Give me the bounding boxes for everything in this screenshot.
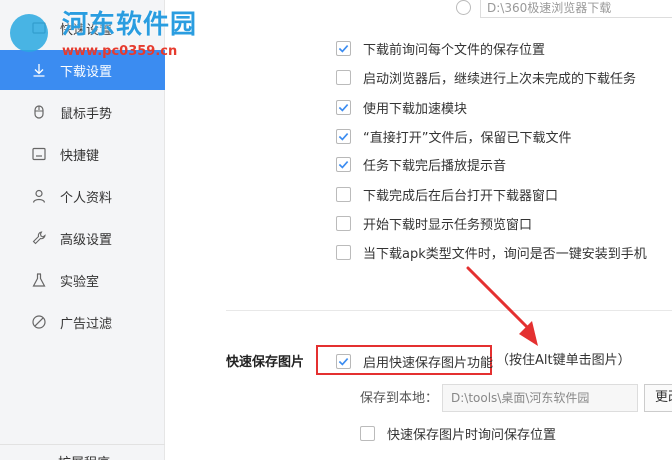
option-download-acceleration[interactable]: 使用下载加速模块 — [336, 96, 467, 118]
sidebar-item-lab[interactable]: 实验室 — [0, 260, 165, 300]
mouse-icon — [30, 103, 48, 121]
option-label: 启用快速保存图片功能 — [363, 355, 494, 371]
download-icon — [30, 61, 48, 79]
sidebar-item-shortcuts[interactable]: 快捷键 — [0, 134, 165, 174]
checkbox-unchecked[interactable] — [336, 215, 351, 231]
quick-save-hint: （按住Alt键单击图片） — [496, 353, 631, 368]
option-ask-save-location[interactable]: 下载前询问每个文件的保存位置 — [336, 37, 545, 59]
save-to-label: 保存到本地： — [360, 391, 439, 406]
sidebar-item-label: 下载设置 — [60, 64, 113, 80]
option-label: 任务下载完后播放提示音 — [363, 158, 507, 174]
sidebar-item-extensions[interactable]: 扩展程序 — [58, 452, 110, 460]
sidebar-divider — [0, 444, 165, 445]
sidebar-item-ad-filter[interactable]: 广告过滤 — [0, 302, 165, 342]
sidebar-item-label: 鼠标手势 — [60, 106, 113, 122]
option-label: “直接打开”文件后，保留已下载文件 — [363, 130, 572, 146]
checkbox-checked[interactable] — [336, 99, 351, 115]
checkbox-checked[interactable] — [336, 40, 351, 56]
option-label: 下载完成后在后台打开下载器窗口 — [363, 188, 559, 204]
custom-path-radio[interactable] — [456, 0, 471, 15]
checkbox-unchecked[interactable] — [336, 69, 351, 85]
checkbox-checked[interactable] — [336, 353, 351, 369]
option-apk-install-prompt[interactable]: 当下载apk类型文件时，询问是否一键安装到手机 — [336, 241, 647, 263]
option-label: 开始下载时显示任务预览窗口 — [363, 217, 533, 233]
download-path-field[interactable]: D:\360极速浏览器下载 — [480, 0, 672, 18]
settings-sidebar: 快速设置 下载设置 鼠标手势 快捷键 个人资料 高级设置 实验室 广告过滤 — [0, 0, 165, 460]
sidebar-item-label: 实验室 — [60, 274, 100, 290]
keyboard-icon — [30, 145, 48, 163]
option-keep-opened-files[interactable]: “直接打开”文件后，保留已下载文件 — [336, 125, 571, 147]
option-play-sound[interactable]: 任务下载完后播放提示音 — [336, 153, 506, 175]
option-label: 使用下载加速模块 — [363, 101, 468, 117]
quick-save-section-title: 快速保存图片 — [226, 355, 305, 370]
sidebar-item-label: 快速设置 — [60, 22, 113, 38]
option-enable-quick-save[interactable]: 启用快速保存图片功能 — [336, 350, 493, 372]
save-path-field[interactable]: D:\tools\桌面\河东软件园 — [442, 384, 638, 412]
option-label: 下载前询问每个文件的保存位置 — [363, 42, 546, 58]
option-open-downloader-background[interactable]: 下载完成后在后台打开下载器窗口 — [336, 183, 558, 205]
sidebar-item-label: 高级设置 — [60, 232, 113, 248]
checkbox-checked[interactable] — [336, 128, 351, 144]
sidebar-item-profile[interactable]: 个人资料 — [0, 176, 165, 216]
quick-settings-icon — [30, 19, 48, 37]
download-settings-panel: D:\360极速浏览器下载 下载前询问每个文件的保存位置 启动浏览器后，继续进行… — [166, 0, 672, 460]
option-label: 快速保存图片时询问保存位置 — [387, 427, 557, 443]
wrench-icon — [30, 229, 48, 247]
sidebar-item-quick-settings[interactable]: 快速设置 — [0, 8, 165, 48]
sidebar-item-download-settings[interactable]: 下载设置 — [0, 50, 165, 90]
block-icon — [30, 313, 48, 331]
option-ask-quick-save-location[interactable]: 快速保存图片时询问保存位置 — [360, 422, 556, 444]
checkbox-checked[interactable] — [336, 156, 351, 172]
sidebar-item-label: 广告过滤 — [60, 316, 113, 332]
section-divider — [226, 310, 672, 311]
option-label: 当下载apk类型文件时，询问是否一键安装到手机 — [363, 246, 647, 262]
option-label: 启动浏览器后，继续进行上次未完成的下载任务 — [363, 71, 637, 87]
flask-icon — [30, 271, 48, 289]
checkbox-unchecked[interactable] — [360, 425, 375, 441]
checkbox-unchecked[interactable] — [336, 186, 351, 202]
user-icon — [30, 187, 48, 205]
option-resume-downloads[interactable]: 启动浏览器后，继续进行上次未完成的下载任务 — [336, 66, 636, 88]
sidebar-item-label: 快捷键 — [60, 148, 100, 164]
option-show-preview-window[interactable]: 开始下载时显示任务预览窗口 — [336, 212, 532, 234]
change-path-button[interactable]: 更改 — [644, 384, 672, 412]
checkbox-unchecked[interactable] — [336, 244, 351, 260]
sidebar-item-mouse-gestures[interactable]: 鼠标手势 — [0, 92, 165, 132]
sidebar-item-label: 个人资料 — [60, 190, 113, 206]
sidebar-item-advanced[interactable]: 高级设置 — [0, 218, 165, 258]
